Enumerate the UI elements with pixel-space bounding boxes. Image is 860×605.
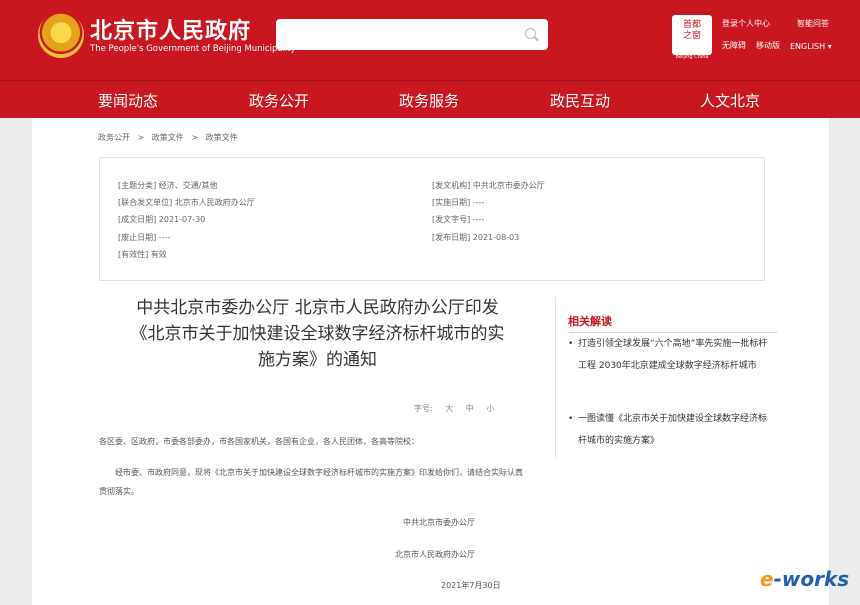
info-document-number: [发文字号] ---- — [432, 215, 485, 224]
signature-government-office: 北京市人民政府办公厅 — [395, 550, 475, 559]
site-subtitle: The People's Government of Beijing Munic… — [90, 44, 296, 54]
watermark-suffix: -works — [773, 567, 850, 591]
eworks-watermark: e-works — [760, 567, 849, 591]
nav-item-open-government[interactable]: 政务公开 — [249, 90, 309, 111]
nav-item-interaction[interactable]: 政民互动 — [550, 90, 610, 111]
breadcrumb-separator: > — [191, 133, 199, 142]
seal-top-text: 首都 — [682, 20, 701, 30]
seal-subtitle: Beijing China — [675, 54, 709, 60]
article-title-line: 《北京市关于加快建设全球数字经济标杆城市的实 — [130, 324, 505, 344]
search-input[interactable] — [276, 19, 548, 50]
salutation-paragraph: 各区委、区政府，市委各部委办，市各国家机关，各国有企业，各人民团体，各高等院校： — [99, 437, 419, 446]
signature-party-office: 中共北京市委办公厅 — [403, 518, 475, 527]
font-size-medium-button[interactable]: 中 — [466, 404, 474, 413]
mobile-link[interactable]: 移动版 — [756, 40, 780, 51]
related-link[interactable]: 打造引领全球发展“六个高地”率先实施一批标杆工程 2030年北京建成全球数字经济… — [568, 333, 768, 377]
main-nav: 要闻动态 政务公开 政务服务 政民互动 人文北京 — [0, 80, 860, 118]
info-topic: [主题分类] 经济、交通/其他 — [118, 181, 218, 190]
site-title[interactable]: 北京市人民政府 — [90, 13, 251, 45]
info-written-date: [成文日期] 2021-07-30 — [118, 215, 206, 224]
font-size-large-button[interactable]: 大 — [445, 404, 453, 413]
nav-item-news[interactable]: 要闻动态 — [98, 90, 158, 111]
breadcrumb: 政务公开 > 政策文件 > 政策文件 — [98, 132, 243, 143]
english-link[interactable]: ENGLISH — [790, 42, 832, 51]
signature-date: 2021年7月30日 — [441, 581, 501, 590]
body-paragraph: 经市委、市政府同意，现将《北京市关于加快建设全球数字经济标杆城市的实施方案》印发… — [99, 468, 523, 496]
font-size-small-button[interactable]: 小 — [486, 404, 494, 413]
accessibility-link[interactable]: 无障碍 — [722, 40, 746, 51]
font-size-control: 字号: 大 中 小 — [414, 403, 494, 414]
related-link[interactable]: 一图读懂《北京市关于加快建设全球数字经济标杆城市的实施方案》 — [568, 408, 768, 452]
article-title-line: 中共北京市委办公厅 北京市人民政府办公厅印发 — [136, 298, 499, 318]
info-issuing-agency: [发文机构] 中共北京市委办公厅 — [432, 181, 545, 190]
login-link[interactable]: 登录个人中心 — [722, 18, 770, 29]
nav-item-culture[interactable]: 人文北京 — [700, 90, 760, 111]
font-size-label: 字号: — [414, 404, 433, 413]
info-repeal-date: [废止日期] ---- — [118, 233, 171, 242]
info-publish-date: [发布日期] 2021-08-03 — [432, 233, 520, 242]
info-effective-date: [实施日期] ---- — [432, 198, 485, 207]
capital-window-logo[interactable]: 首都 之窗 — [672, 15, 712, 55]
related-link-text[interactable]: 打造引领全球发展“六个高地”率先实施一批标杆工程 2030年北京建成全球数字经济… — [568, 333, 768, 377]
article-title-line: 施方案》的通知 — [258, 350, 377, 370]
breadcrumb-item[interactable]: 政策文件 — [152, 133, 184, 142]
breadcrumb-item[interactable]: 政务公开 — [98, 133, 130, 142]
related-link-text[interactable]: 一图读懂《北京市关于加快建设全球数字经济标杆城市的实施方案》 — [568, 408, 768, 452]
smart-qa-link[interactable]: 智能问答 — [797, 18, 829, 29]
search-icon[interactable] — [525, 28, 536, 39]
breadcrumb-separator: > — [137, 133, 145, 142]
watermark-e: e — [760, 567, 774, 591]
nav-item-services[interactable]: 政务服务 — [399, 90, 459, 111]
column-divider — [555, 297, 556, 459]
breadcrumb-item[interactable]: 政策文件 — [206, 133, 238, 142]
info-joint-issuer: [联合发文单位] 北京市人民政府办公厅 — [118, 198, 255, 207]
national-emblem-icon — [38, 12, 84, 58]
seal-bottom-text: 之窗 — [682, 31, 701, 41]
related-heading: 相关解读 — [568, 315, 612, 328]
article-title: 中共北京市委办公厅 北京市人民政府办公厅印发 《北京市关于加快建设全球数字经济标… — [100, 295, 535, 373]
info-validity: [有效性] 有效 — [118, 250, 167, 259]
